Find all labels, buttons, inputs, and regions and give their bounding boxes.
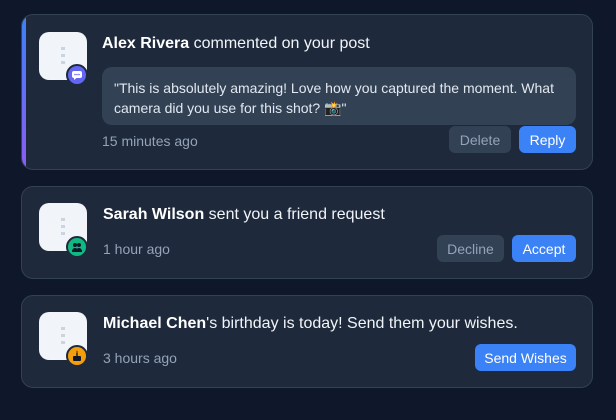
delete-button[interactable]: Delete xyxy=(449,126,511,153)
comment-preview: "This is absolutely amazing! Love how yo… xyxy=(102,67,576,125)
comment-icon xyxy=(72,71,82,80)
users-icon xyxy=(72,243,82,252)
reply-button[interactable]: Reply xyxy=(519,126,576,153)
avatar-placeholder xyxy=(61,218,65,235)
notification-card-friend-request[interactable]: Sarah Wilson sent you a friend request 1… xyxy=(21,186,593,279)
user-name-link[interactable]: Michael Chen xyxy=(103,315,206,332)
comment-badge xyxy=(66,64,88,86)
notification-action-text: commented on your post xyxy=(189,35,370,52)
notification-action-text: sent you a friend request xyxy=(204,206,385,223)
send-wishes-button[interactable]: Send Wishes xyxy=(475,344,576,371)
user-name-link[interactable]: Sarah Wilson xyxy=(103,206,204,223)
birthday-cake-icon xyxy=(73,350,81,361)
avatar-placeholder xyxy=(61,47,65,64)
notification-card-comment[interactable]: Alex Rivera commented on your post "This… xyxy=(21,14,593,170)
timestamp: 3 hours ago xyxy=(103,350,177,366)
friend-request-badge xyxy=(66,236,88,258)
user-name-link[interactable]: Alex Rivera xyxy=(102,35,189,52)
timestamp: 15 minutes ago xyxy=(102,133,198,149)
notification-title: Alex Rivera commented on your post xyxy=(102,35,370,53)
timestamp: 1 hour ago xyxy=(103,241,170,257)
notification-card-birthday[interactable]: Michael Chen's birthday is today! Send t… xyxy=(21,295,593,388)
decline-button[interactable]: Decline xyxy=(437,235,504,262)
notification-title: Sarah Wilson sent you a friend request xyxy=(103,206,385,224)
notification-title: Michael Chen's birthday is today! Send t… xyxy=(103,315,518,333)
accept-button[interactable]: Accept xyxy=(512,235,576,262)
birthday-badge xyxy=(66,345,88,367)
notification-action-text: 's birthday is today! Send them your wis… xyxy=(206,315,518,332)
avatar-placeholder xyxy=(61,327,65,344)
